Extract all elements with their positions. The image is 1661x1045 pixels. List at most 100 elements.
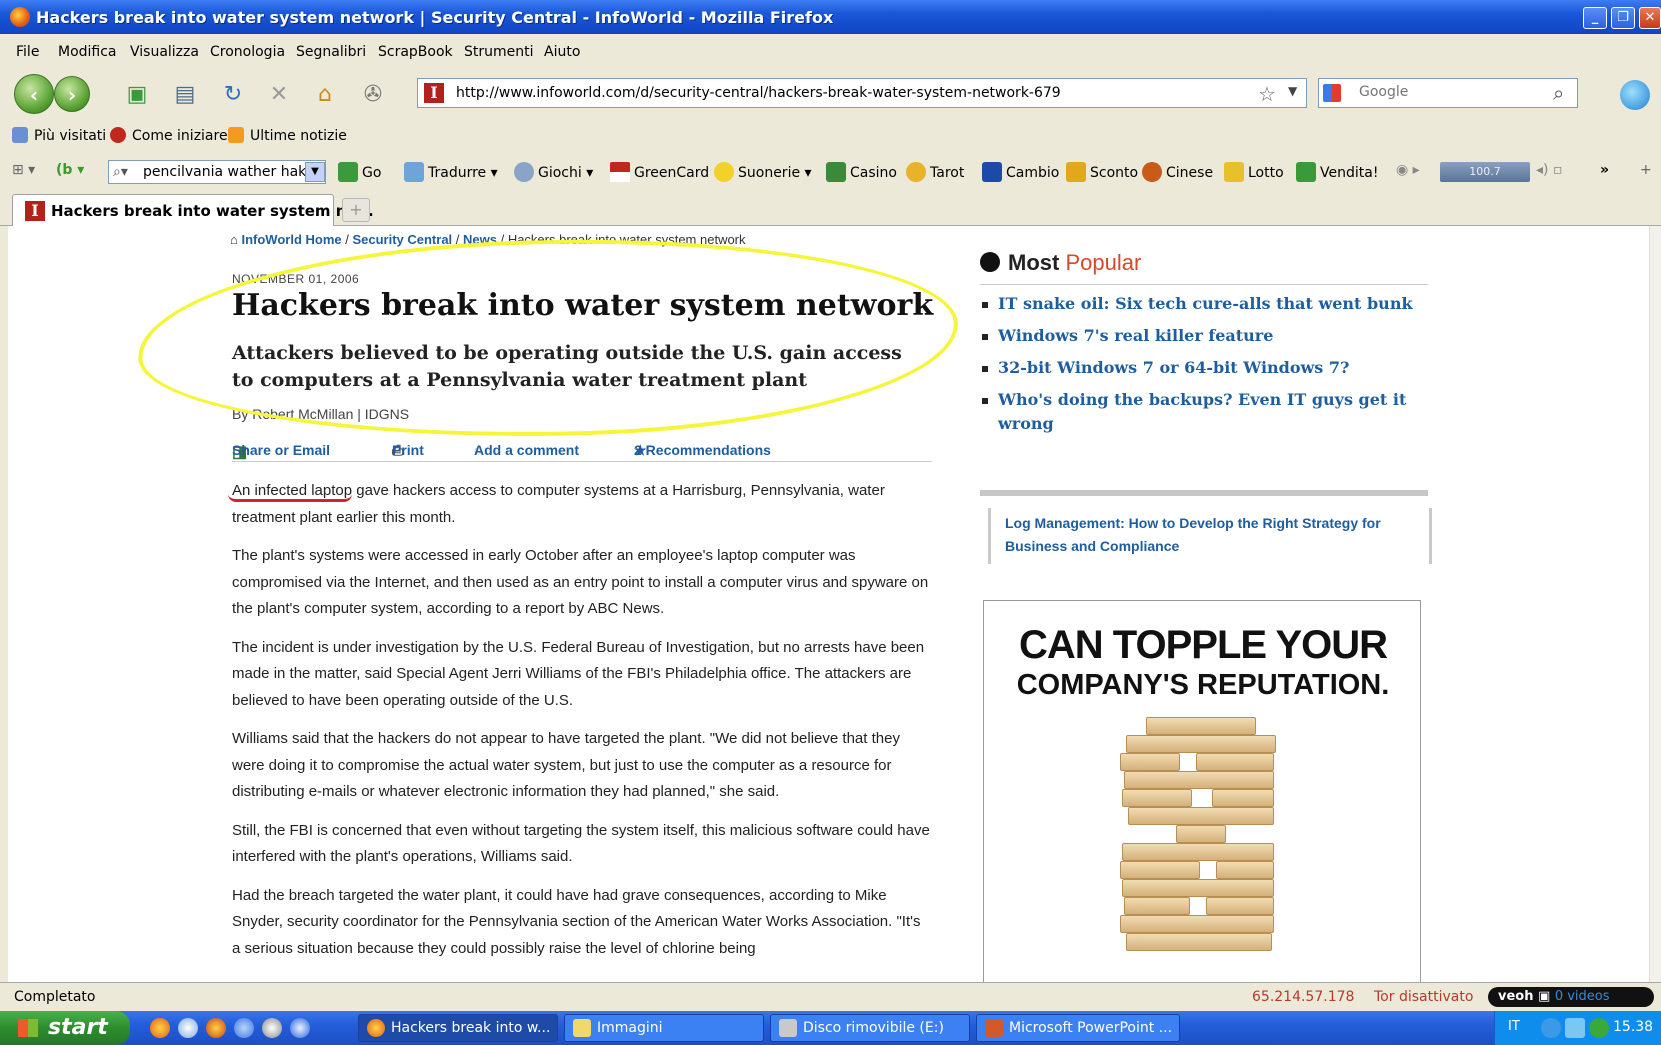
close-button[interactable]: ✕ xyxy=(1639,7,1661,29)
toolbar-item-label: Vendita! xyxy=(1320,165,1379,181)
url-dropdown-icon[interactable]: ▼ xyxy=(1288,84,1297,98)
toolbar-menu-icon[interactable]: ⊞ ▾ xyxy=(12,162,35,178)
bookmark-add-icon[interactable]: ▣ xyxy=(124,82,150,108)
tray-status-icon[interactable] xyxy=(1589,1018,1609,1038)
toolbar-search-value[interactable]: pencilvania wather haker xyxy=(143,164,320,180)
taskbar-item-immagini[interactable]: Immagini xyxy=(564,1014,764,1042)
tray-network-icon[interactable] xyxy=(1541,1018,1561,1038)
home-icon[interactable]: ⌂ xyxy=(312,82,338,108)
quicklaunch-ie-icon[interactable] xyxy=(178,1018,198,1038)
vertical-scrollbar[interactable] xyxy=(1649,226,1661,982)
share-label: Share or Email xyxy=(232,442,331,458)
toolbar-logo-icon[interactable]: (b ▾ xyxy=(56,162,84,178)
toolbar-go-button[interactable]: Go xyxy=(338,162,381,182)
speaker-icon[interactable]: ◂) ▫ xyxy=(1536,162,1562,178)
ip-address: 65.214.57.178 xyxy=(1252,989,1355,1005)
star-icon[interactable]: ☆ xyxy=(1258,82,1276,106)
media-controls[interactable]: ◉ ▸ xyxy=(1396,162,1420,178)
page-content: ⌂ InfoWorld Home / Security Central / Ne… xyxy=(8,226,1649,982)
tools-icon[interactable]: ✇ xyxy=(360,82,386,108)
menu-visualizza[interactable]: Visualizza xyxy=(130,44,199,60)
print-icon[interactable]: ▤ xyxy=(172,82,198,108)
menu-cronologia[interactable]: Cronologia xyxy=(210,44,285,60)
quicklaunch-browser-icon[interactable] xyxy=(206,1018,226,1038)
menu-file[interactable]: File xyxy=(16,44,39,60)
menu-modifica[interactable]: Modifica xyxy=(58,44,117,60)
clock[interactable]: 15.38 xyxy=(1613,1019,1653,1035)
search-bar[interactable]: ⌕ xyxy=(1318,78,1578,108)
stop-icon[interactable]: ✕ xyxy=(266,82,292,108)
toolbar-item-greencard[interactable]: GreenCard xyxy=(610,162,709,182)
tab-favicon-icon: I xyxy=(25,201,45,221)
menu-scrapbook[interactable]: ScrapBook xyxy=(378,44,453,60)
bookmark-getting-started[interactable]: Come iniziare xyxy=(110,127,228,144)
advertisement[interactable]: CAN TOPPLE YOUR COMPANY'S REPUTATION. xyxy=(983,600,1421,982)
taskbar-item-firefox[interactable]: Hackers break into w... xyxy=(358,1014,558,1042)
toolbar-item-tradurre[interactable]: Tradurre ▾ xyxy=(404,162,498,182)
tray-app-icon[interactable] xyxy=(1565,1018,1585,1038)
addon-icon[interactable] xyxy=(1620,80,1650,110)
url-text[interactable]: http://www.infoworld.com/d/security-cent… xyxy=(456,85,1061,101)
toolbar-item-giochi[interactable]: Giochi ▾ xyxy=(514,162,593,182)
minimize-button[interactable]: _ xyxy=(1583,7,1607,29)
toolbar-item-cambio[interactable]: Cambio xyxy=(982,162,1059,182)
toolbar-item-label: Cambio xyxy=(1006,165,1060,181)
toolbar-item-cinese[interactable]: Cinese xyxy=(1142,162,1213,182)
start-button[interactable]: start xyxy=(0,1011,130,1045)
forward-button[interactable]: › xyxy=(54,76,90,112)
tag-icon xyxy=(1066,162,1086,182)
veoh-videos: 0 videos xyxy=(1554,989,1610,1004)
google-engine-icon[interactable] xyxy=(1323,84,1341,102)
maximize-button[interactable]: ❐ xyxy=(1611,7,1635,29)
print-label: Print xyxy=(392,442,424,458)
chinese-icon xyxy=(1142,162,1162,182)
toolbar-search-box[interactable]: ⌕▾ pencilvania wather haker ▼ xyxy=(108,160,326,184)
reload-icon[interactable]: ↻ xyxy=(220,82,246,108)
menu-aiuto[interactable]: Aiuto xyxy=(544,44,580,60)
popular-link[interactable]: Who's doing the backups? Even IT guys ge… xyxy=(980,388,1428,436)
tab-active[interactable]: I Hackers break into water system ne... xyxy=(12,194,374,226)
magnifier-icon: ⌕▾ xyxy=(113,164,128,180)
toolbar-item-sconto[interactable]: Sconto xyxy=(1066,162,1138,182)
toolbar-add-icon[interactable]: + xyxy=(1640,162,1652,178)
windows-taskbar: start Hackers break into w... Immagini D… xyxy=(0,1011,1661,1045)
go-icon xyxy=(338,162,358,182)
promo-link[interactable]: Log Management: How to Develop the Right… xyxy=(988,508,1432,564)
popular-link[interactable]: 32-bit Windows 7 or 64-bit Windows 7? xyxy=(980,356,1428,380)
popular-link[interactable]: Windows 7's real killer feature xyxy=(980,324,1428,348)
menu-segnalibri[interactable]: Segnalibri xyxy=(296,44,366,60)
taskbar-item-powerpoint[interactable]: Microsoft PowerPoint ... xyxy=(976,1014,1180,1042)
language-indicator[interactable]: IT xyxy=(1508,1019,1520,1034)
chevron-down-icon[interactable]: ▼ xyxy=(305,162,325,182)
bookmark-label: Come iniziare xyxy=(132,128,228,144)
bookmark-most-visited[interactable]: Più visitati xyxy=(12,127,106,144)
veoh-widget[interactable]: veoh ▣ 0 videos xyxy=(1488,987,1654,1007)
tor-status[interactable]: Tor disattivato xyxy=(1374,989,1473,1005)
bookmark-latest-news[interactable]: Ultime notizie xyxy=(228,127,347,144)
toolbar-item-casino[interactable]: Casino xyxy=(826,162,897,182)
taskbar-item-disco[interactable]: Disco rimovibile (E:) xyxy=(770,1014,970,1042)
breadcrumb-home-link[interactable]: InfoWorld Home xyxy=(241,232,341,247)
veoh-logo: veoh xyxy=(1498,989,1534,1004)
addon-toolbar: ⊞ ▾ (b ▾ ⌕▾ pencilvania wather haker ▼ G… xyxy=(0,156,1661,188)
quicklaunch-firefox-icon[interactable] xyxy=(150,1018,170,1038)
search-input[interactable] xyxy=(1359,84,1529,100)
popular-link[interactable]: IT snake oil: Six tech cure-alls that we… xyxy=(980,292,1428,316)
search-icon[interactable]: ⌕ xyxy=(1553,81,1564,105)
volume-slider[interactable]: 100.7 xyxy=(1440,162,1530,182)
overflow-chevron-icon[interactable]: » xyxy=(1600,162,1609,178)
quicklaunch-media-icon[interactable] xyxy=(262,1018,282,1038)
toolbar-item-vendita[interactable]: Vendita! xyxy=(1296,162,1378,182)
url-bar[interactable]: I http://www.infoworld.com/d/security-ce… xyxy=(417,78,1307,108)
toolbar-item-suonerie[interactable]: Suonerie ▾ xyxy=(714,162,812,182)
taskbar-item-label: Microsoft PowerPoint ... xyxy=(1009,1020,1173,1036)
back-button[interactable]: ‹ xyxy=(14,74,54,114)
ad-subheadline: COMPANY'S REPUTATION. xyxy=(1016,669,1390,701)
quicklaunch-search-icon[interactable] xyxy=(234,1018,254,1038)
toolbar-item-lotto[interactable]: Lotto xyxy=(1224,162,1284,182)
menu-strumenti[interactable]: Strumenti xyxy=(464,44,534,60)
site-favicon-icon: I xyxy=(424,83,444,103)
quicklaunch-ie-edit-icon[interactable] xyxy=(290,1018,310,1038)
new-tab-button[interactable]: + xyxy=(342,198,370,222)
toolbar-item-tarot[interactable]: Tarot xyxy=(906,162,964,182)
